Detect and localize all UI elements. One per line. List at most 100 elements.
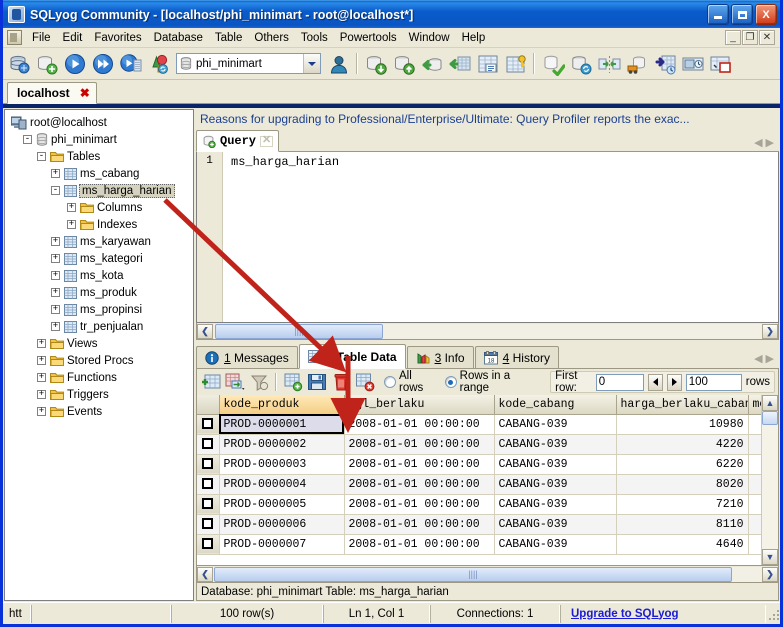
resize-grip-icon[interactable] xyxy=(766,607,780,621)
tree-node-indexes[interactable]: + Indexes xyxy=(11,216,193,233)
mdi-minimize-button[interactable]: _ xyxy=(725,30,741,45)
row-checkbox[interactable] xyxy=(202,517,214,529)
scroll-track[interactable] xyxy=(762,411,778,549)
execute-all-queries-icon[interactable] xyxy=(89,50,116,77)
duplicate-row-icon[interactable] xyxy=(224,371,246,393)
cell-kode-cabang[interactable]: CABANG-039 xyxy=(494,474,617,495)
tree-node-triggers[interactable]: + Triggers xyxy=(11,386,193,403)
table-row[interactable]: PROD-0000001 2008-01-01 00:00:00 CABANG-… xyxy=(197,414,761,435)
tree-node-ms-karyawan[interactable]: + ms_karyawan xyxy=(11,233,193,250)
mdi-restore-button[interactable]: ❐ xyxy=(742,30,758,45)
scroll-thumb[interactable]: |||| xyxy=(214,566,732,582)
rows-in-range-radio[interactable]: Rows in a range xyxy=(444,370,538,394)
execute-query-icon[interactable] xyxy=(61,50,88,77)
tab-messages[interactable]: 1 Messages xyxy=(196,346,298,369)
migration-icon[interactable] xyxy=(651,50,678,77)
connection-tab-localhost[interactable]: localhost ✖ xyxy=(7,82,97,104)
scroll-right-icon[interactable]: ❯ xyxy=(762,323,778,339)
cell-mo[interactable] xyxy=(748,454,761,475)
row-checkbox-cell[interactable] xyxy=(197,514,220,535)
table-key-icon[interactable] xyxy=(502,50,529,77)
tree-node-ms-produk[interactable]: + ms_produk xyxy=(11,284,193,301)
all-rows-radio[interactable]: All rows xyxy=(384,370,437,394)
tree-node-ms-propinsi[interactable]: + ms_propinsi xyxy=(11,301,193,318)
row-checkbox-cell[interactable] xyxy=(197,474,220,495)
tree-node-views[interactable]: + Views xyxy=(11,335,193,352)
cell-mo[interactable] xyxy=(748,474,761,495)
cell-kode-produk[interactable]: PROD-0000007 xyxy=(219,534,345,555)
tab-history[interactable]: 18 4 History xyxy=(474,346,559,369)
row-checkbox[interactable] xyxy=(202,417,214,429)
row-checkbox[interactable] xyxy=(202,437,214,449)
scroll-track[interactable]: |||| xyxy=(213,566,762,582)
scroll-thumb[interactable] xyxy=(762,411,778,425)
scroll-left-icon[interactable]: ❮ xyxy=(197,566,213,582)
first-row-input[interactable] xyxy=(595,373,644,391)
cell-kode-produk[interactable]: PROD-0000004 xyxy=(219,474,345,495)
spin-up-button[interactable] xyxy=(666,373,682,391)
tree-expander-expand-icon[interactable]: + xyxy=(37,407,46,416)
maximize-button[interactable] xyxy=(731,4,753,25)
user-manager-icon[interactable] xyxy=(325,50,352,77)
tree-expander-expand-icon[interactable]: + xyxy=(51,271,60,280)
table-row[interactable]: PROD-0000006 2008-01-01 00:00:00 CABANG-… xyxy=(197,514,761,535)
upgrade-link[interactable]: Upgrade to SQLyog xyxy=(571,608,679,620)
menu-help[interactable]: Help xyxy=(456,30,492,46)
refresh-data-icon[interactable] xyxy=(282,371,304,393)
tab-info[interactable]: 3 Info xyxy=(406,346,474,369)
schema-sync-icon[interactable] xyxy=(595,50,622,77)
cell-harga-berlaku-cabang[interactable]: 7210 xyxy=(616,494,749,515)
execute-query-current-icon[interactable] xyxy=(117,50,144,77)
tree-expander-expand-icon[interactable]: + xyxy=(51,169,60,178)
row-checkbox-cell[interactable] xyxy=(197,414,220,435)
tree-expander-collapse-icon[interactable]: - xyxy=(23,135,32,144)
cell-kode-produk[interactable]: PROD-0000002 xyxy=(219,434,345,455)
tree-expander-expand-icon[interactable]: + xyxy=(51,254,60,263)
cell-harga-berlaku-cabang[interactable]: 8020 xyxy=(616,474,749,495)
cell-kode-produk[interactable]: PROD-0000006 xyxy=(219,514,345,535)
row-checkbox[interactable] xyxy=(202,477,214,489)
data-grid[interactable]: kode_produk tgl_berlaku kode_cabang harg… xyxy=(197,395,761,555)
tree-expander-collapse-icon[interactable]: - xyxy=(51,186,60,195)
cell-mo[interactable] xyxy=(748,514,761,535)
cell-tgl-berlaku[interactable]: 2008-01-01 00:00:00 xyxy=(344,434,495,455)
data-sync-icon[interactable] xyxy=(623,50,650,77)
table-row[interactable]: PROD-0000007 2008-01-01 00:00:00 CABANG-… xyxy=(197,534,761,555)
tree-node-ms-kota[interactable]: + ms_kota xyxy=(11,267,193,284)
column-header-kode-produk[interactable]: kode_produk xyxy=(219,395,345,415)
table-row[interactable]: PROD-0000005 2008-01-01 00:00:00 CABANG-… xyxy=(197,494,761,515)
query-tab[interactable]: Query ✕ xyxy=(196,130,280,152)
menu-favorites[interactable]: Favorites xyxy=(88,30,147,46)
cell-tgl-berlaku[interactable]: 2008-01-01 00:00:00 xyxy=(344,514,495,535)
tree-node-columns[interactable]: + Columns xyxy=(11,199,193,216)
import-external-data-icon[interactable] xyxy=(390,50,417,77)
tree-expander-expand-icon[interactable]: + xyxy=(51,305,60,314)
tree-expander-collapse-icon[interactable]: - xyxy=(37,152,46,161)
tree-node-events[interactable]: + Events xyxy=(11,403,193,420)
row-checkbox-cell[interactable] xyxy=(197,434,220,455)
delete-row-icon[interactable] xyxy=(330,371,352,393)
menu-powertools[interactable]: Powertools xyxy=(334,30,403,46)
scheduled-backup-icon[interactable] xyxy=(679,50,706,77)
tab-nav-prev-icon[interactable]: ◀ xyxy=(754,352,762,365)
flush-icon[interactable] xyxy=(539,50,566,77)
upgrade-banner[interactable]: Reasons for upgrading to Professional/En… xyxy=(196,109,779,129)
cell-tgl-berlaku[interactable]: 2008-01-01 00:00:00 xyxy=(344,454,495,475)
scroll-right-icon[interactable]: ❯ xyxy=(762,566,778,582)
save-changes-icon[interactable] xyxy=(306,371,328,393)
menu-window[interactable]: Window xyxy=(403,30,456,46)
cell-tgl-berlaku[interactable]: 2008-01-01 00:00:00 xyxy=(344,494,495,515)
tab-nav-next-icon[interactable]: ▶ xyxy=(766,352,774,365)
scroll-thumb[interactable]: |||| xyxy=(215,323,383,339)
filter-icon[interactable] xyxy=(248,371,270,393)
row-checkbox-cell[interactable] xyxy=(197,494,220,515)
row-checkbox-cell[interactable] xyxy=(197,534,220,555)
cell-kode-cabang[interactable]: CABANG-039 xyxy=(494,514,617,535)
cell-kode-produk[interactable]: PROD-0000001 xyxy=(219,414,345,435)
cell-tgl-berlaku[interactable]: 2008-01-01 00:00:00 xyxy=(344,534,495,555)
sql-editor[interactable]: 1 ms_harga_harian xyxy=(196,152,779,323)
export-data-icon[interactable] xyxy=(418,50,445,77)
tree-node-ms-kategori[interactable]: + ms_kategori xyxy=(11,250,193,267)
cell-tgl-berlaku[interactable]: 2008-01-01 00:00:00 xyxy=(344,474,495,495)
cell-kode-cabang[interactable]: CABANG-039 xyxy=(494,494,617,515)
